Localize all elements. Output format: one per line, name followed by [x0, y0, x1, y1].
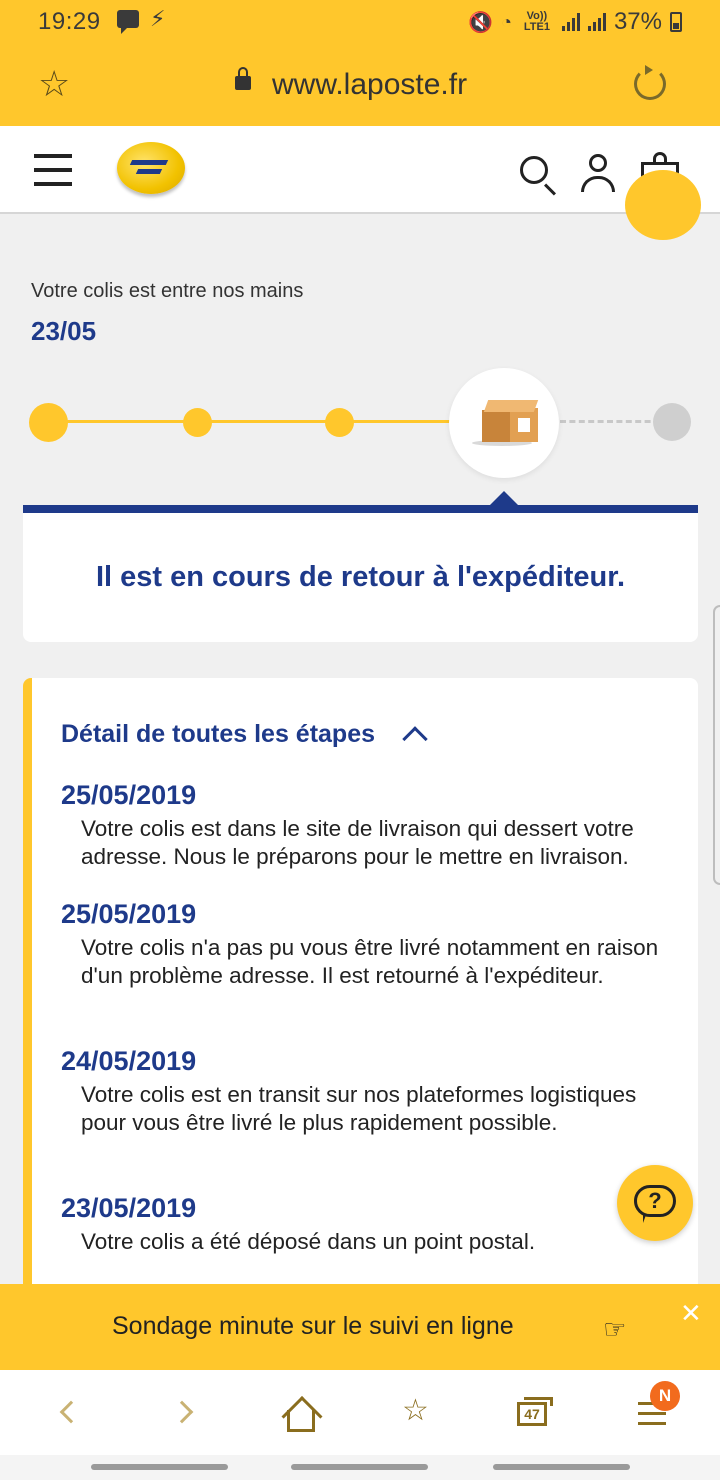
back-arrow-icon[interactable] [59, 1400, 83, 1424]
details-toggle[interactable]: Détail de toutes les étapes [61, 720, 375, 749]
event-date: 25/05/2019 [61, 780, 197, 810]
event-text: Votre colis est dans le site de livraiso… [81, 816, 634, 869]
progress-line-pending [560, 420, 660, 423]
event-text: Votre colis n'a pas pu vous être livré n… [81, 935, 659, 988]
wifi-icon: ◔ [501, 11, 512, 32]
tabs-icon[interactable]: 47 [517, 1397, 553, 1426]
url-text[interactable]: www.laposte.fr [272, 68, 467, 102]
event-date: 25/05/2019 [61, 899, 197, 929]
question-bubble-icon: ? [634, 1185, 676, 1223]
lock-icon [235, 67, 251, 90]
gesture-bar [0, 1455, 720, 1480]
status-date: 23/05 [31, 316, 97, 346]
chevron-up-icon[interactable] [402, 726, 428, 752]
flash-icon: ⚡ [150, 6, 166, 31]
clock: 19:29 [38, 8, 101, 35]
event-text: Votre colis est en transit sur nos plate… [81, 1082, 637, 1135]
event-item: 25/05/2019 Votre colis n'a pas pu vous ê… [61, 899, 661, 990]
battery-icon [670, 12, 682, 32]
browser-url-bar: ☆ www.laposte.fr [0, 44, 720, 126]
parcel-icon [472, 400, 539, 446]
site-header [0, 126, 720, 214]
la-poste-logo[interactable] [117, 142, 185, 194]
close-survey-button[interactable]: ✕ [680, 1298, 702, 1329]
status-icons: 🔇 ◔ Vo)) LTE1 37% [468, 8, 682, 36]
search-icon[interactable] [520, 156, 548, 184]
status-message: Il est en cours de retour à l'expéditeur… [95, 561, 626, 593]
steps-detail-card: Détail de toutes les étapes 25/05/2019 V… [23, 678, 698, 1298]
event-item: 25/05/2019 Votre colis est dans le site … [61, 780, 661, 871]
survey-banner[interactable]: Sondage minute sur le suivi en ligne ☞ ✕ [0, 1284, 720, 1370]
event-text: Votre colis a été déposé dans un point p… [81, 1229, 536, 1254]
event-item: 23/05/2019 Votre colis a été déposé dans… [61, 1193, 661, 1256]
current-step-indicator [449, 368, 559, 478]
network-type-label: Vo)) LTE1 [523, 10, 550, 33]
bookmarks-icon[interactable]: ☆ [402, 1396, 429, 1426]
reload-icon[interactable] [634, 65, 666, 100]
account-icon[interactable] [580, 154, 616, 194]
event-date: 23/05/2019 [61, 1193, 197, 1223]
event-item: 24/05/2019 Votre colis est en transit su… [61, 1046, 661, 1137]
scroll-handle[interactable] [713, 605, 720, 885]
mute-icon: 🔇 [468, 11, 494, 34]
browser-bottom-bar: ☆ 47 [0, 1370, 720, 1455]
signal-2-icon [587, 13, 606, 31]
step-1-dot [29, 403, 68, 442]
forward-arrow-icon[interactable] [170, 1400, 194, 1424]
step-3-dot [325, 408, 354, 437]
pointing-hand-icon: ☞ [603, 1314, 627, 1344]
status-label: Votre colis est entre nos mains [31, 280, 304, 302]
partial-circle-decoration [625, 170, 701, 240]
notification-badge: N [650, 1381, 680, 1411]
home-icon[interactable] [287, 1410, 315, 1432]
progress-line [48, 420, 458, 423]
message-notification-icon [117, 10, 139, 34]
step-2-dot [183, 408, 212, 437]
help-chat-button[interactable]: ? [617, 1165, 693, 1241]
battery-percent: 37% [613, 8, 662, 35]
status-bar: 19:29 ⚡ 🔇 ◔ Vo)) LTE1 37% [0, 0, 720, 44]
step-5-dot [653, 403, 691, 441]
event-date: 24/05/2019 [61, 1046, 197, 1076]
signal-1-icon [561, 13, 580, 31]
hamburger-menu-icon[interactable] [34, 154, 72, 186]
survey-text[interactable]: Sondage minute sur le suivi en ligne [112, 1312, 514, 1341]
bookmark-star-icon[interactable]: ☆ [38, 64, 70, 104]
status-message-card: Il est en cours de retour à l'expéditeur… [23, 491, 698, 642]
